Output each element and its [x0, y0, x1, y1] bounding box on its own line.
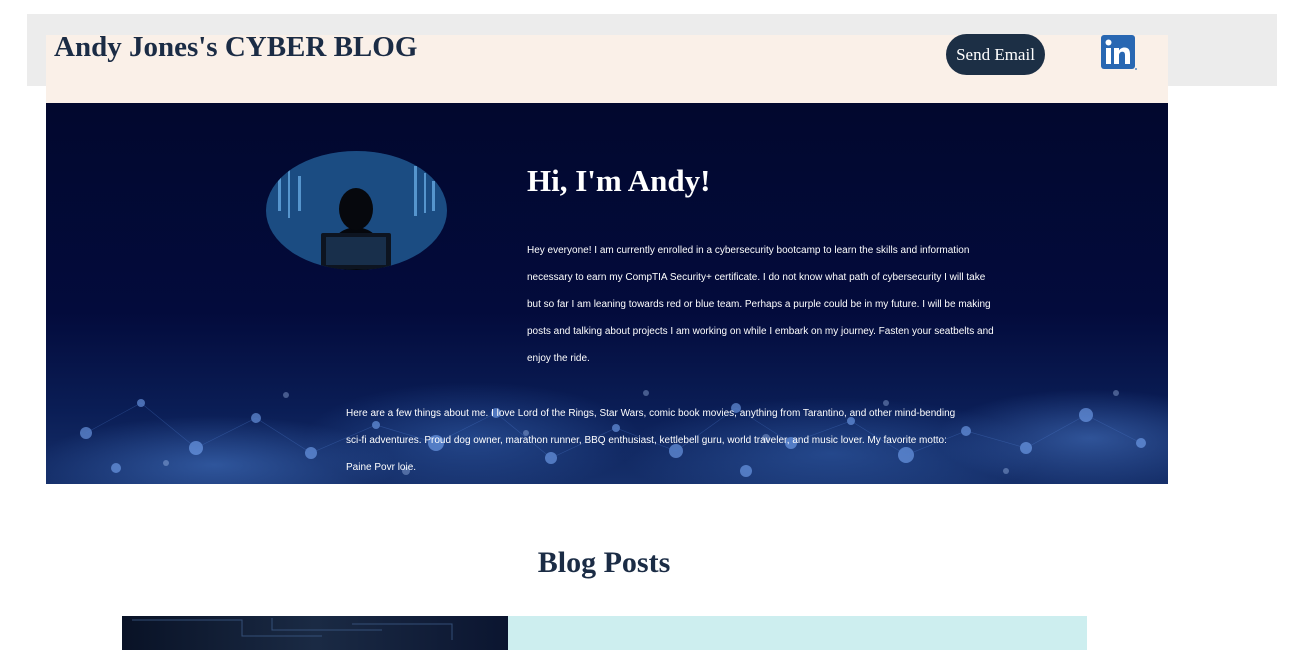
- linkedin-icon[interactable]: [1101, 35, 1137, 71]
- blog-post-image[interactable]: [122, 616, 508, 650]
- circuit-image: [132, 618, 453, 640]
- hacker-image: [266, 151, 447, 270]
- send-email-button[interactable]: Send Email: [946, 34, 1045, 75]
- intro-paragraph: Hey everyone! I am currently enrolled in…: [527, 245, 994, 364]
- hero-section: Hi, I'm Andy! Hey everyone! I am current…: [46, 103, 1168, 484]
- blog-posts-heading: Blog Posts: [537, 546, 671, 579]
- blog-title: Andy Jones's CYBER BLOG: [54, 31, 418, 63]
- blog-post-card[interactable]: [508, 616, 1087, 650]
- about-paragraph: Here are a few things about me. I love L…: [346, 408, 956, 473]
- avatar: [266, 151, 447, 270]
- hero-heading: Hi, I'm Andy!: [527, 163, 711, 198]
- linkedin-icon-graphic: [1101, 35, 1137, 70]
